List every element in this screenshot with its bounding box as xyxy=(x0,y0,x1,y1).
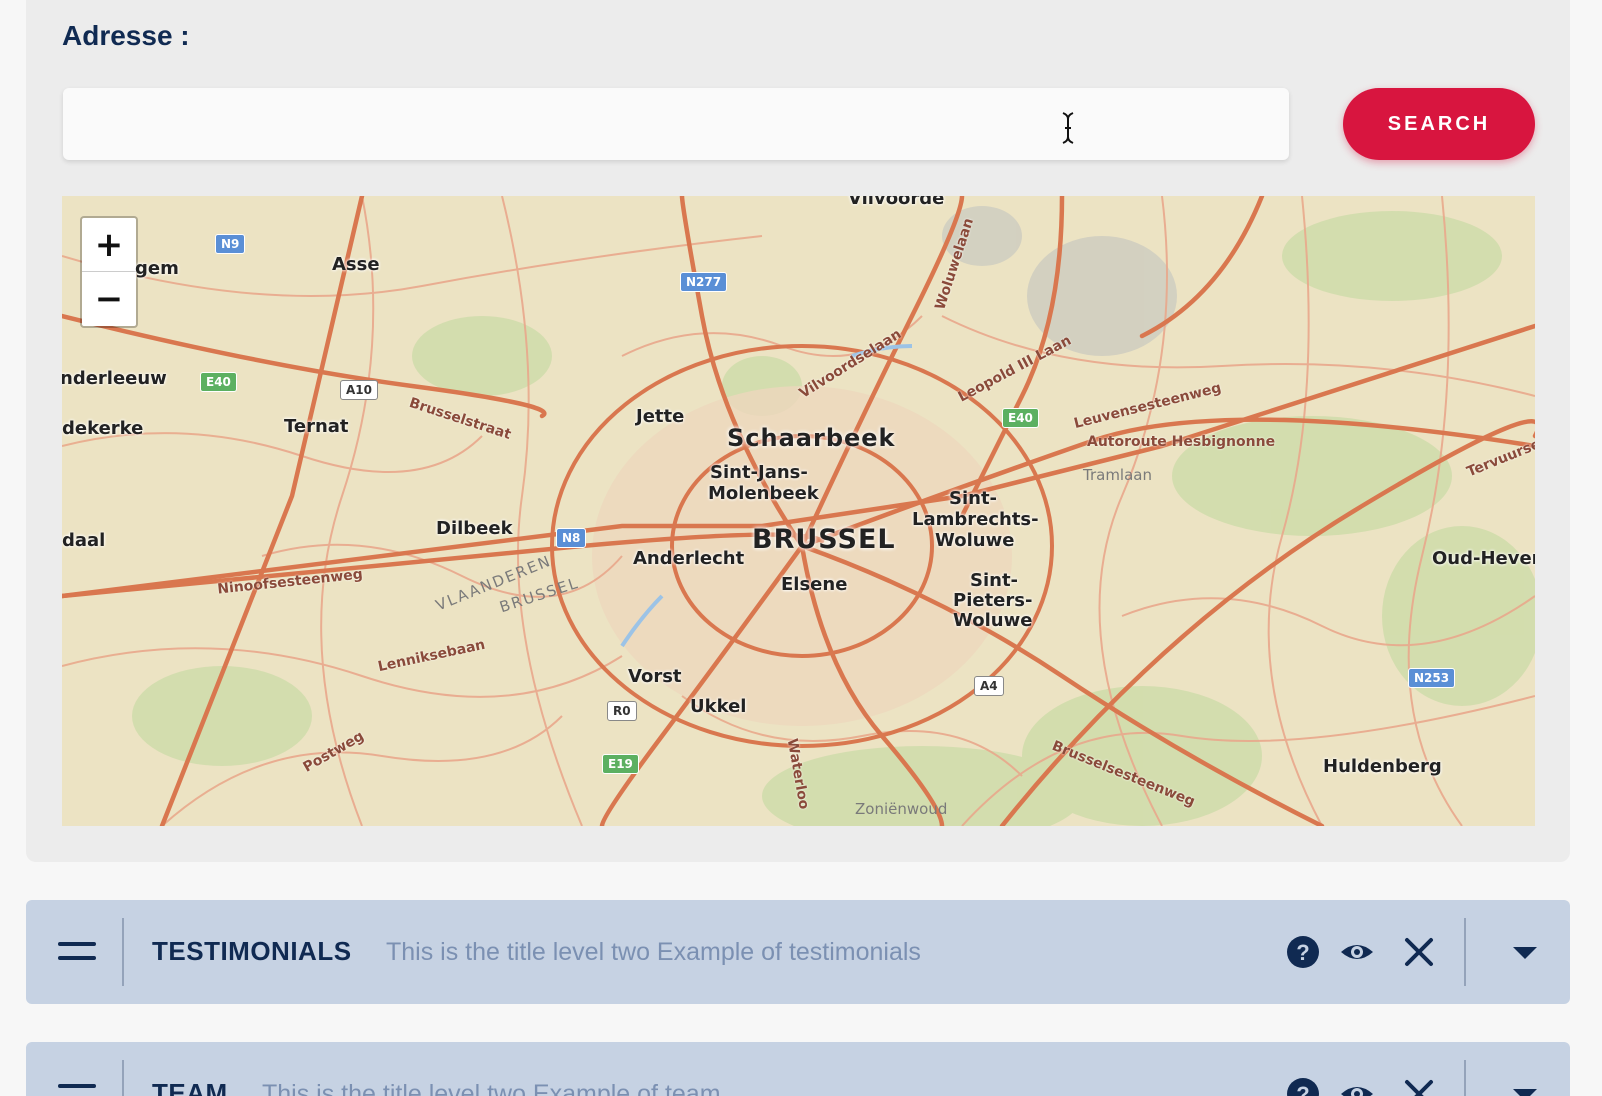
zoom-out-button[interactable]: − xyxy=(82,272,136,326)
map-place-label: Asse xyxy=(332,254,380,275)
svg-text:?: ? xyxy=(1296,940,1309,965)
map-place-label: Anderlecht xyxy=(633,548,745,569)
map-place-label: Woluwe xyxy=(953,610,1033,631)
search-button[interactable]: SEARCH xyxy=(1343,88,1535,160)
map-road-shield: N253 xyxy=(1408,668,1456,688)
map-road-shield: E40 xyxy=(200,372,237,392)
map-place-label: Lambrechts- xyxy=(912,509,1039,530)
section-title: TEAM xyxy=(152,1078,228,1096)
map-place-label: Schaarbeek xyxy=(727,424,896,452)
map-road-shield: A10 xyxy=(340,380,378,400)
eye-icon[interactable] xyxy=(1338,1075,1376,1096)
map-place-label: Pieters- xyxy=(953,590,1033,611)
map-place-label: dekerke xyxy=(62,418,144,439)
map-place-label: Tramlaan xyxy=(1083,466,1152,484)
section-subtitle: This is the title level two Example of t… xyxy=(262,1080,721,1096)
map-place-label: Oud-Hever xyxy=(1432,548,1535,569)
map-place-label: BRUSSEL xyxy=(752,524,896,555)
address-label: Adresse : xyxy=(62,20,190,51)
help-icon[interactable]: ? xyxy=(1284,933,1322,971)
map-place-label: Molenbeek xyxy=(708,483,819,504)
map-place-label: Ukkel xyxy=(690,696,747,717)
map-place-label: Elsene xyxy=(781,574,848,595)
map-road-shield: A4 xyxy=(974,676,1004,696)
text-cursor-icon xyxy=(1062,112,1074,144)
map-tiles xyxy=(62,196,1535,826)
map-place-label: Vilvoorde xyxy=(848,196,945,209)
divider xyxy=(1464,1060,1466,1096)
zoom-control: + − xyxy=(80,216,138,328)
map-place-label: Huldenberg xyxy=(1323,756,1442,777)
map-road-shield: R0 xyxy=(607,701,637,721)
map[interactable]: + − Vilvoorde Asse gem nderleeuw dekerke… xyxy=(62,196,1535,826)
section-subtitle: This is the title level two Example of t… xyxy=(386,938,921,966)
address-input[interactable] xyxy=(63,88,1289,160)
map-place-label: Sint- xyxy=(949,488,998,509)
map-place-label: Sint-Jans- xyxy=(710,462,808,483)
close-icon[interactable] xyxy=(1400,933,1438,971)
section-bar-testimonials: TESTIMONIALS This is the title level two… xyxy=(26,900,1570,1004)
close-icon[interactable] xyxy=(1400,1075,1438,1096)
map-place-label: Jette xyxy=(636,406,685,427)
map-place-label: Sint- xyxy=(970,570,1019,591)
map-place-label: Dilbeek xyxy=(436,518,513,539)
svg-text:?: ? xyxy=(1296,1082,1309,1096)
section-title: TESTIMONIALS xyxy=(152,936,352,966)
map-road-shield: N8 xyxy=(556,528,587,548)
map-place-label: daal xyxy=(62,530,106,551)
zoom-in-button[interactable]: + xyxy=(82,218,136,272)
map-place-label: Vorst xyxy=(628,666,682,687)
help-icon[interactable]: ? xyxy=(1284,1075,1322,1096)
divider xyxy=(1464,918,1466,986)
divider xyxy=(122,1060,124,1096)
map-place-label: Zoniënwoud xyxy=(855,800,948,818)
map-road-shield: E19 xyxy=(602,754,639,774)
eye-icon[interactable] xyxy=(1338,933,1376,971)
map-place-label: Ternat xyxy=(284,416,349,437)
drag-handle-icon[interactable] xyxy=(58,1084,96,1096)
map-place-label: Woluwe xyxy=(935,530,1015,551)
caret-down-icon[interactable] xyxy=(1506,933,1544,971)
caret-down-icon[interactable] xyxy=(1506,1075,1544,1096)
divider xyxy=(122,918,124,986)
map-place-label: gem xyxy=(135,258,179,279)
map-place-label: nderleeuw xyxy=(62,368,167,389)
section-bar-team: TEAM This is the title level two Example… xyxy=(26,1042,1570,1096)
drag-handle-icon[interactable] xyxy=(58,942,96,962)
map-road-label: Autoroute Hesbignonne xyxy=(1087,434,1276,450)
map-road-shield: N277 xyxy=(680,272,728,292)
map-road-shield: E40 xyxy=(1002,408,1039,428)
map-road-shield: N9 xyxy=(215,234,246,254)
